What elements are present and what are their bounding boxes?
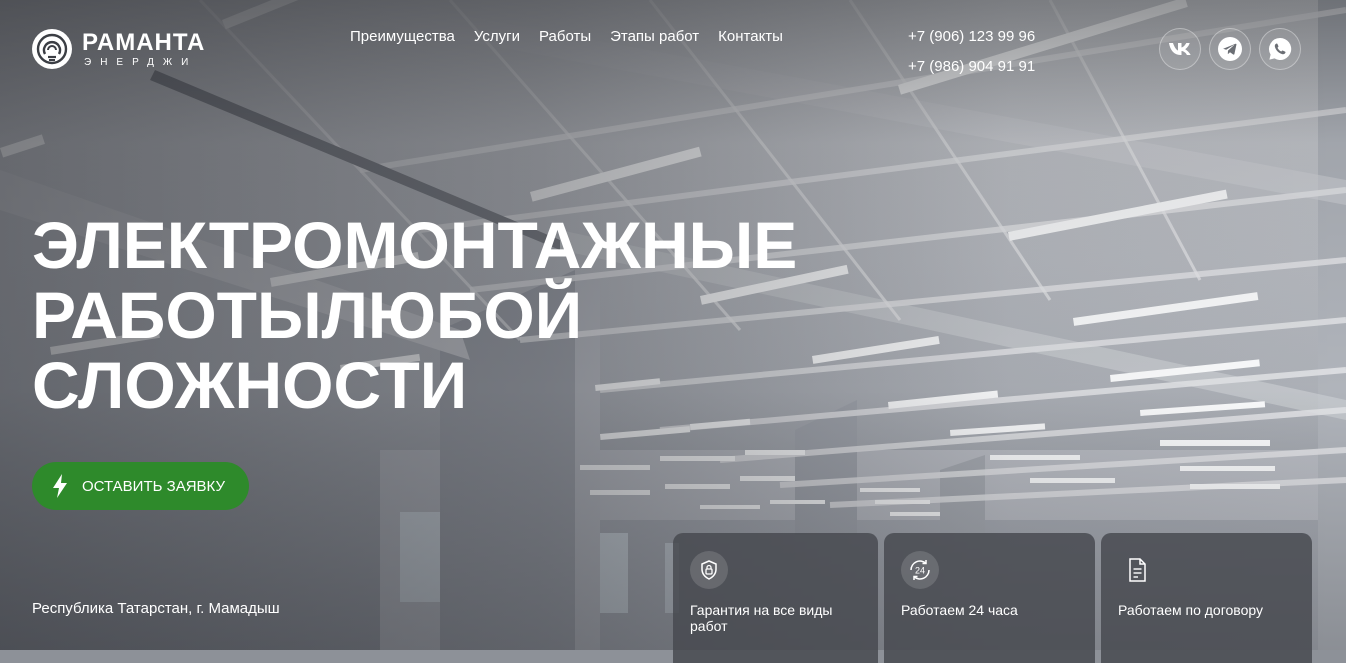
feature-text-24h: Работаем 24 часа (901, 602, 1018, 618)
shield-lock-icon (690, 551, 728, 589)
svg-text:24: 24 (915, 566, 925, 576)
phone-list: +7 (906) 123 99 96 +7 (986) 904 91 91 (908, 27, 1035, 76)
main-nav: Преимущества Услуги Работы Этапы работ К… (350, 28, 783, 45)
vk-icon (1169, 43, 1191, 55)
brand-name: РАМАНТА (82, 28, 206, 56)
logo-bulb-icon (32, 29, 72, 69)
whatsapp-icon (1269, 37, 1292, 60)
telegram-button[interactable] (1209, 28, 1251, 70)
submit-request-label: ОСТАВИТЬ ЗАЯВКУ (82, 477, 225, 495)
vk-button[interactable] (1159, 28, 1201, 70)
whatsapp-button[interactable] (1259, 28, 1301, 70)
feature-card-warranty: Гарантия на все виды работ (673, 533, 878, 663)
nav-item-services[interactable]: Услуги (474, 28, 520, 45)
hero-title-line-3: СЛОЖНОСТИ (32, 348, 468, 422)
feature-card-24h: 24 Работаем 24 часа (884, 533, 1095, 663)
brand-logo[interactable]: РАМАНТА ЭНЕРДЖИ (32, 27, 232, 71)
hero-title-line-2: РАБОТЫЛЮБОЙ (32, 278, 583, 352)
feature-text-warranty: Гарантия на все виды работ (690, 602, 833, 634)
feature-card-contract: Работаем по договору (1101, 533, 1312, 663)
lightning-icon (53, 474, 67, 498)
phone-link-2[interactable]: +7 (986) 904 91 91 (908, 57, 1035, 76)
document-icon (1118, 551, 1156, 589)
submit-request-button[interactable]: ОСТАВИТЬ ЗАЯВКУ (32, 462, 249, 510)
feature-text-contract: Работаем по договору (1118, 602, 1263, 618)
hero-title: ЭЛЕКТРОМОНТАЖНЫЕ РАБОТЫЛЮБОЙ СЛОЖНОСТИ (32, 210, 852, 420)
nav-item-stages[interactable]: Этапы работ (610, 28, 699, 45)
clock-24-icon: 24 (901, 551, 939, 589)
location-text: Республика Татарстан, г. Мамадыш (32, 600, 280, 617)
phone-link-1[interactable]: +7 (906) 123 99 96 (908, 27, 1035, 46)
nav-item-works[interactable]: Работы (539, 28, 591, 45)
feature-cards: Гарантия на все виды работ 24 Работаем 2… (673, 533, 1312, 663)
brand-tagline: ЭНЕРДЖИ (84, 56, 198, 68)
hero-title-line-1: ЭЛЕКТРОМОНТАЖНЫЕ (32, 208, 798, 282)
nav-item-contacts[interactable]: Контакты (718, 28, 783, 45)
telegram-icon (1218, 37, 1242, 61)
nav-item-advantages[interactable]: Преимущества (350, 28, 455, 45)
social-links (1159, 28, 1301, 70)
